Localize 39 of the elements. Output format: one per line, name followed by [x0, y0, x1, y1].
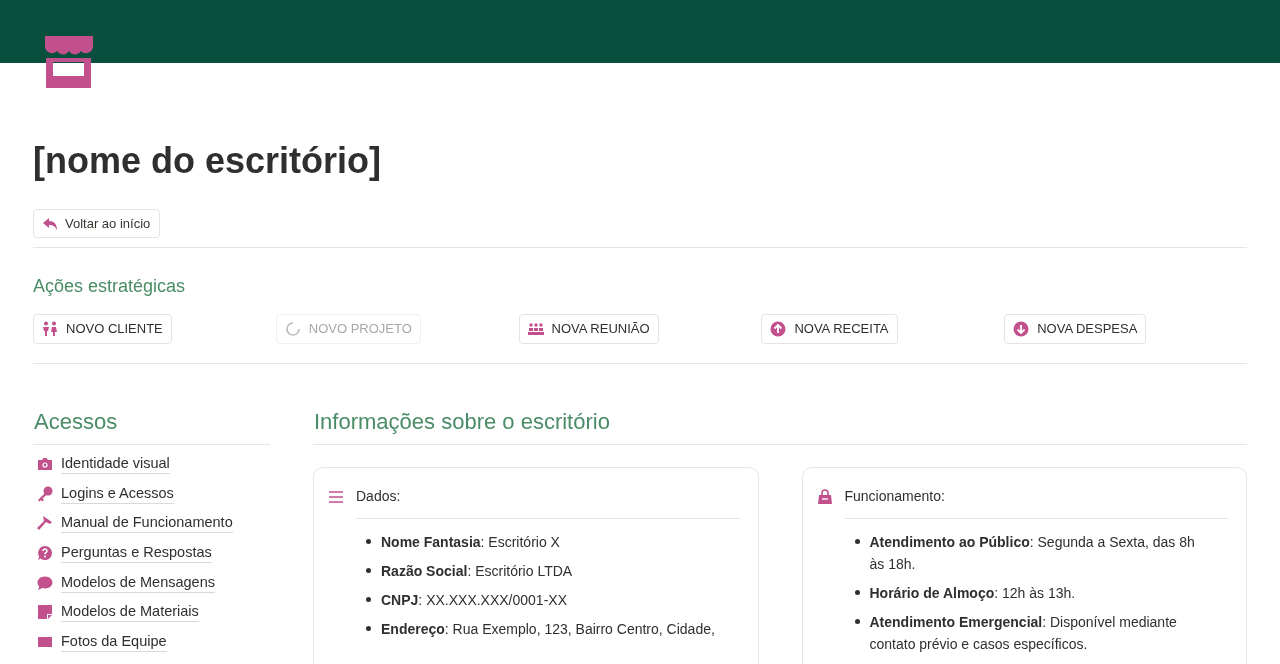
action-button[interactable]: NOVA REUNIÃO	[518, 314, 659, 344]
info-text: CNPJ: XX.XXX.XXX/0001-XX	[381, 591, 567, 610]
section-heading: Informações sobre o escritório	[313, 408, 1247, 445]
info-text: Endereço: Rua Exemplo, 123, Bairro Centro, Cidade,	[381, 620, 715, 639]
action-button[interactable]: NOVA RECEITA	[761, 314, 898, 344]
page-title: [nome do escritório]	[33, 139, 383, 183]
card-title: Funcionamento:	[844, 487, 945, 506]
menu-icon	[328, 488, 344, 505]
action-button[interactable]: NOVO CLIENTE	[33, 314, 172, 344]
info-text: Razão Social: Escritório LTDA	[381, 562, 573, 581]
info-text: Nome Fantasia: Escritório X	[381, 533, 560, 552]
reply-arrow-icon	[43, 217, 57, 230]
access-link[interactable]: Fotos da Equipe	[61, 631, 167, 652]
info-text: Atendimento ao Público: Segunda a Sexta, das 8h às 18h.	[869, 533, 1196, 574]
key-icon	[37, 485, 53, 502]
card-title: Dados:	[356, 487, 401, 506]
info-text: Horário de Almoço: 12h às 13h.	[869, 584, 1076, 603]
info-text: Atendimento Emergencial: Disponível mediante contato prévio e casos específicos.	[869, 613, 1178, 654]
section-heading: Ações estratégicas	[33, 275, 187, 298]
arrow-down-circle-icon	[1013, 321, 1030, 337]
sticky-note-icon	[37, 604, 53, 621]
speech-bubble-icon	[37, 574, 53, 591]
meeting-icon	[527, 321, 544, 337]
bag-icon	[816, 488, 833, 505]
access-link[interactable]: Modelos de Materiais	[61, 602, 199, 623]
arrow-up-circle-icon	[770, 321, 787, 337]
access-link[interactable]: Logins e Acessos	[61, 483, 174, 504]
access-link[interactable]: Perguntas e Respostas	[61, 543, 212, 564]
access-link[interactable]: Identidade visual	[61, 454, 170, 475]
hammer-icon	[37, 515, 53, 532]
question-icon	[37, 545, 53, 562]
back-button[interactable]: Voltar ao início	[33, 209, 161, 238]
action-button[interactable]: NOVA DESPESA	[1004, 314, 1147, 344]
camera-icon	[37, 456, 53, 473]
people-icon	[42, 321, 58, 337]
access-link[interactable]: Manual de Funcionamento	[61, 513, 233, 534]
section-heading: Acessos	[33, 408, 270, 445]
access-link[interactable]: Modelos de Mensagens	[61, 572, 215, 593]
spinner-icon	[284, 321, 301, 337]
